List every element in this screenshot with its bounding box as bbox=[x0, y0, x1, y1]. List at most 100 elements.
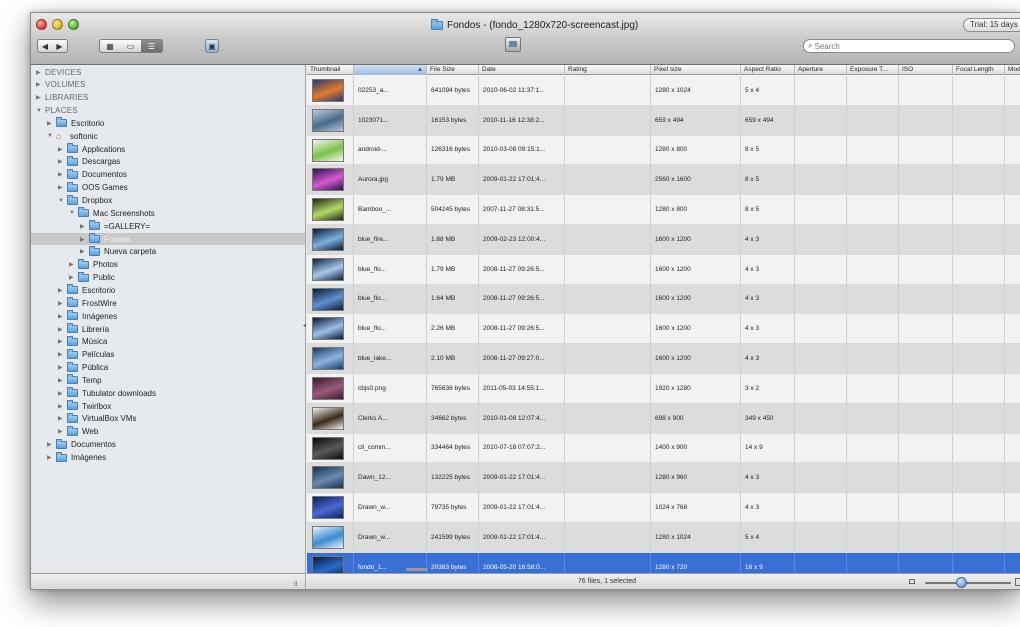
table-row[interactable]: cli_comm... 334464 bytes 2010-07-18 07:07:… bbox=[307, 433, 1020, 464]
table-row[interactable]: blue_fire... 1.88 MB 2009-02-23 12:00:4...… bbox=[307, 225, 1020, 255]
disclosure-open-icon[interactable]: ▼ bbox=[36, 108, 45, 114]
sidebar-item[interactable]: ▶ Documentos bbox=[31, 438, 305, 451]
disclosure-closed-icon[interactable]: ▶ bbox=[58, 377, 67, 384]
column-header-size[interactable]: File Size bbox=[427, 65, 479, 75]
disclosure-closed-icon[interactable]: ▶ bbox=[58, 415, 67, 422]
image-thumbnail[interactable] bbox=[312, 406, 344, 430]
disclosure-open-icon[interactable]: ▼ bbox=[58, 198, 67, 204]
disclosure-closed-icon[interactable]: ▶ bbox=[58, 300, 67, 307]
disclosure-closed-icon[interactable]: ▶ bbox=[58, 326, 67, 333]
image-thumbnail[interactable] bbox=[312, 257, 344, 281]
column-header-aperture[interactable]: Aperture bbox=[795, 65, 847, 75]
sidebar-item[interactable]: ▶ Tubulator downloads bbox=[31, 387, 305, 399]
forward-button[interactable]: ▶ bbox=[52, 39, 68, 53]
sidebar-item[interactable]: ▶ Imágenes bbox=[31, 310, 305, 322]
sidebar-resize-handle[interactable]: ॥ bbox=[293, 578, 298, 589]
table-row[interactable]: Dawn_12... 132225 bytes 2009-01-22 17:01:4… bbox=[307, 463, 1020, 494]
sidebar-item[interactable]: ▶ Pública bbox=[31, 361, 305, 374]
sidebar-item[interactable]: ▶ FrostWire bbox=[31, 297, 305, 309]
zoom-window-button[interactable] bbox=[68, 19, 79, 30]
disclosure-closed-icon[interactable]: ▶ bbox=[58, 428, 67, 435]
sidebar-item[interactable]: ▶ Temp bbox=[31, 374, 305, 386]
table-row[interactable]: Drawn_w... 241599 bytes 2009-01-22 17:01:4… bbox=[307, 523, 1020, 553]
sidebar-item[interactable]: ▶ VirtualBox VMs bbox=[31, 412, 305, 425]
disclosure-closed-icon[interactable]: ▶ bbox=[58, 390, 67, 397]
disclosure-closed-icon[interactable]: ▶ bbox=[80, 236, 89, 243]
inspector-button[interactable]: ▣ bbox=[205, 39, 219, 53]
sidebar-item[interactable]: ▶ Imágenes bbox=[31, 451, 305, 464]
image-thumbnail[interactable] bbox=[312, 526, 344, 549]
image-thumbnail[interactable] bbox=[312, 377, 344, 400]
table-row[interactable]: cbjs0.png 765636 bytes 2011-05-03 14:55:1.… bbox=[307, 374, 1020, 404]
search-input[interactable] bbox=[814, 41, 995, 51]
sidebar-item[interactable]: ▶ OOS Games bbox=[31, 181, 305, 194]
column-header-pixel[interactable]: Pixel size bbox=[651, 65, 741, 75]
disclosure-closed-icon[interactable]: ▶ bbox=[47, 454, 56, 461]
column-header-thumbnail[interactable]: Thumbnail bbox=[307, 65, 354, 75]
disclosure-closed-icon[interactable]: ▶ bbox=[36, 69, 45, 76]
sidebar-item[interactable]: ▼ Mac Screenshots bbox=[31, 207, 305, 219]
table-row[interactable]: Drawn_w... 79735 bytes 2009-01-22 17:01:4.… bbox=[307, 493, 1020, 523]
disclosure-closed-icon[interactable]: ▶ bbox=[47, 120, 56, 127]
column-header-exposure[interactable]: Exposure T... bbox=[847, 65, 899, 75]
image-thumbnail[interactable] bbox=[312, 555, 344, 573]
table-row[interactable]: blue_flo... 1.79 MB 2008-11-27 09:26:5... 1… bbox=[307, 254, 1020, 285]
image-thumbnail[interactable] bbox=[312, 198, 344, 222]
sidebar-item[interactable]: ▶ Fondos bbox=[31, 233, 305, 246]
sidebar-item[interactable]: ▶ Applications bbox=[31, 143, 305, 155]
search-field[interactable]: ⌕ bbox=[803, 39, 1015, 53]
image-thumbnail[interactable] bbox=[312, 496, 344, 520]
disclosure-closed-icon[interactable]: ▶ bbox=[58, 313, 67, 320]
horizontal-scrollbar[interactable] bbox=[406, 568, 428, 571]
disclosure-open-icon[interactable]: ▼ bbox=[47, 133, 56, 139]
disclosure-closed-icon[interactable]: ▶ bbox=[36, 94, 45, 101]
table-row[interactable]: blue_flo... 2.26 MB 2008-11-27 09:26:5... 1… bbox=[307, 314, 1020, 345]
disclosure-closed-icon[interactable]: ▶ bbox=[58, 338, 67, 345]
close-window-button[interactable] bbox=[36, 19, 47, 30]
disclosure-closed-icon[interactable]: ▶ bbox=[58, 171, 67, 178]
sidebar-item[interactable]: ▶ Nueva carpeta bbox=[31, 245, 305, 258]
table-row[interactable]: 02253_a... 641094 bytes 2010-06-02 11:37:1… bbox=[307, 76, 1020, 106]
disclosure-closed-icon[interactable]: ▶ bbox=[69, 274, 78, 281]
column-header-name[interactable]: ▲ bbox=[354, 65, 427, 75]
disclosure-closed-icon[interactable]: ▶ bbox=[69, 261, 78, 268]
table-row[interactable]: Bamboo_... 504245 bytes 2007-11-27 08:31:5… bbox=[307, 195, 1020, 225]
column-header-model[interactable]: Model bbox=[1005, 65, 1020, 75]
disclosure-closed-icon[interactable]: ▶ bbox=[47, 441, 56, 448]
column-header-date[interactable]: Date bbox=[479, 65, 565, 75]
split-view-handle[interactable]: ◂ bbox=[303, 322, 306, 329]
slideshow-button[interactable] bbox=[505, 37, 521, 52]
column-header-focal[interactable]: Focal Length bbox=[953, 65, 1005, 75]
sidebar-item[interactable]: ▶ Librería bbox=[31, 323, 305, 335]
table-row[interactable]: Clerks A... 34662 bytes 2010-01-08 12:07:4… bbox=[307, 403, 1020, 434]
disclosure-open-icon[interactable]: ▼ bbox=[69, 210, 78, 216]
disclosure-closed-icon[interactable]: ▶ bbox=[58, 351, 67, 358]
table-row[interactable]: blue_flo... 1.64 MB 2008-11-27 09:26:5... 1… bbox=[307, 284, 1020, 315]
sidebar-item[interactable]: ▼ Dropbox bbox=[31, 194, 305, 207]
disclosure-closed-icon[interactable]: ▶ bbox=[80, 248, 89, 255]
image-thumbnail[interactable] bbox=[312, 317, 344, 341]
list-view-button[interactable]: ☰ bbox=[141, 39, 163, 53]
sidebar-item[interactable]: ▶ Música bbox=[31, 335, 305, 348]
thumbnail-size-slider[interactable] bbox=[925, 582, 1011, 584]
sidebar-item[interactable]: ▶ VOLUMES bbox=[31, 79, 305, 91]
column-header-rating[interactable]: Rating bbox=[565, 65, 651, 75]
column-header-iso[interactable]: ISO bbox=[899, 65, 953, 75]
sidebar-item[interactable]: ▶ Escritorio bbox=[31, 117, 305, 129]
disclosure-closed-icon[interactable]: ▶ bbox=[58, 146, 67, 153]
table-row[interactable]: android-... 126316 bytes 2010-03-08 09:15:… bbox=[307, 135, 1020, 166]
sidebar-item[interactable]: ▼ ⌂ softonic bbox=[31, 130, 305, 142]
image-thumbnail[interactable] bbox=[312, 466, 344, 490]
image-thumbnail[interactable] bbox=[312, 347, 344, 371]
image-thumbnail[interactable] bbox=[312, 228, 344, 251]
image-thumbnail[interactable] bbox=[312, 108, 344, 132]
disclosure-closed-icon[interactable]: ▶ bbox=[80, 223, 89, 230]
image-thumbnail[interactable] bbox=[312, 79, 344, 102]
disclosure-closed-icon[interactable]: ▶ bbox=[58, 403, 67, 410]
image-thumbnail[interactable] bbox=[312, 138, 344, 162]
image-thumbnail[interactable] bbox=[312, 168, 344, 192]
slider-knob[interactable] bbox=[956, 577, 967, 588]
back-button[interactable]: ◀ bbox=[37, 39, 53, 53]
disclosure-closed-icon[interactable]: ▶ bbox=[58, 158, 67, 165]
coverflow-view-button[interactable]: ▭ bbox=[120, 39, 142, 53]
